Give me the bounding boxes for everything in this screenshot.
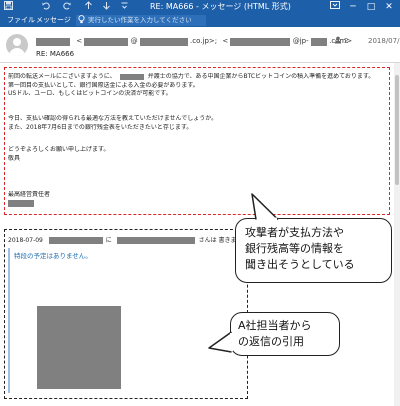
scrollbar[interactable] [394, 63, 400, 406]
ribbon-display-options-icon[interactable] [328, 0, 342, 14]
body-line: 第一回目の支払いとして、銀行国際送金による入金の必要があります。 [8, 81, 199, 89]
redacted-domain [310, 37, 327, 46]
signature-title: 最高経営責任者 [8, 191, 51, 198]
window-title: RE: MA666 - メッセージ (HTML 形式) [150, 2, 291, 11]
body-line: 今日、支払い確認の得られる最適な方法を教えていただけませんでしょうか。 [8, 115, 218, 122]
redacted-image [37, 306, 121, 389]
callout-attacker: 攻撃者が支払方法や 銀行残高等の情報を 聞き出そうとしている [235, 218, 392, 283]
tab-file[interactable]: ファイル [7, 14, 35, 27]
body-line: また、2018年7月6日までの銀行残金表をいただきたいと存じます。 [8, 123, 193, 131]
quoted-text: 特段の予定はありません。 [14, 252, 92, 260]
tell-me-placeholder: 実行したい作業を入力してください [88, 16, 192, 24]
quote-bar [8, 248, 10, 393]
subject: RE: MA666 [36, 50, 75, 58]
redacted-signature [8, 200, 34, 207]
redo-icon[interactable] [62, 1, 71, 14]
quote-header: 2018-07-09 に さんは 書きました: [8, 237, 251, 244]
redacted-domain [139, 37, 188, 46]
body-line: 敬具 [8, 154, 21, 162]
arrow-down-icon[interactable] [102, 1, 111, 14]
redacted-sender [36, 37, 70, 46]
ribbon-tabs: ファイル メッセージ 実行したい作業を入力してください [0, 14, 400, 27]
redacted-address [84, 37, 129, 46]
callout-tail [251, 193, 279, 221]
maximize-button[interactable]: □ [364, 0, 378, 14]
message-header: < @ .co.jp>; < @jp- .com> RE: MA666 2 20… [0, 27, 400, 63]
sent-date: 2018/07/9 [368, 37, 400, 45]
body-line: 前回の転送メールにございますように、 弁護士の協力で、ある中国企業からBTCビット… [8, 73, 375, 80]
customize-icon[interactable] [120, 1, 129, 14]
avatar [6, 34, 28, 56]
save-icon[interactable] [4, 1, 13, 14]
people-count[interactable]: 2 [344, 36, 348, 46]
undo-icon[interactable] [42, 1, 51, 14]
tell-me-search[interactable]: 実行したい作業を入力してください [76, 15, 206, 26]
body-line: USドル、ユーロ、もしくはビットコインの決済が可能です。 [8, 90, 172, 97]
body-line: どうぞよろしくお願い申し上げます。 [8, 146, 110, 153]
arrow-up-icon[interactable] [84, 1, 93, 14]
callout-tail [208, 331, 233, 353]
redacted-address [230, 37, 291, 46]
close-button[interactable]: ✕ [382, 0, 396, 14]
scrollbar-thumb[interactable] [395, 75, 399, 185]
recipients-line: < @ .co.jp>; < @jp- .com> [36, 36, 352, 46]
title-bar: RE: MA666 - メッセージ (HTML 形式) ─ □ ✕ [0, 0, 400, 14]
minimize-button[interactable]: ─ [346, 0, 360, 14]
tab-message[interactable]: メッセージ [36, 14, 71, 27]
lightbulb-icon [78, 15, 85, 27]
people-icon[interactable] [334, 36, 342, 47]
callout-quote: A社担当者から の返信の引用 [230, 312, 340, 356]
